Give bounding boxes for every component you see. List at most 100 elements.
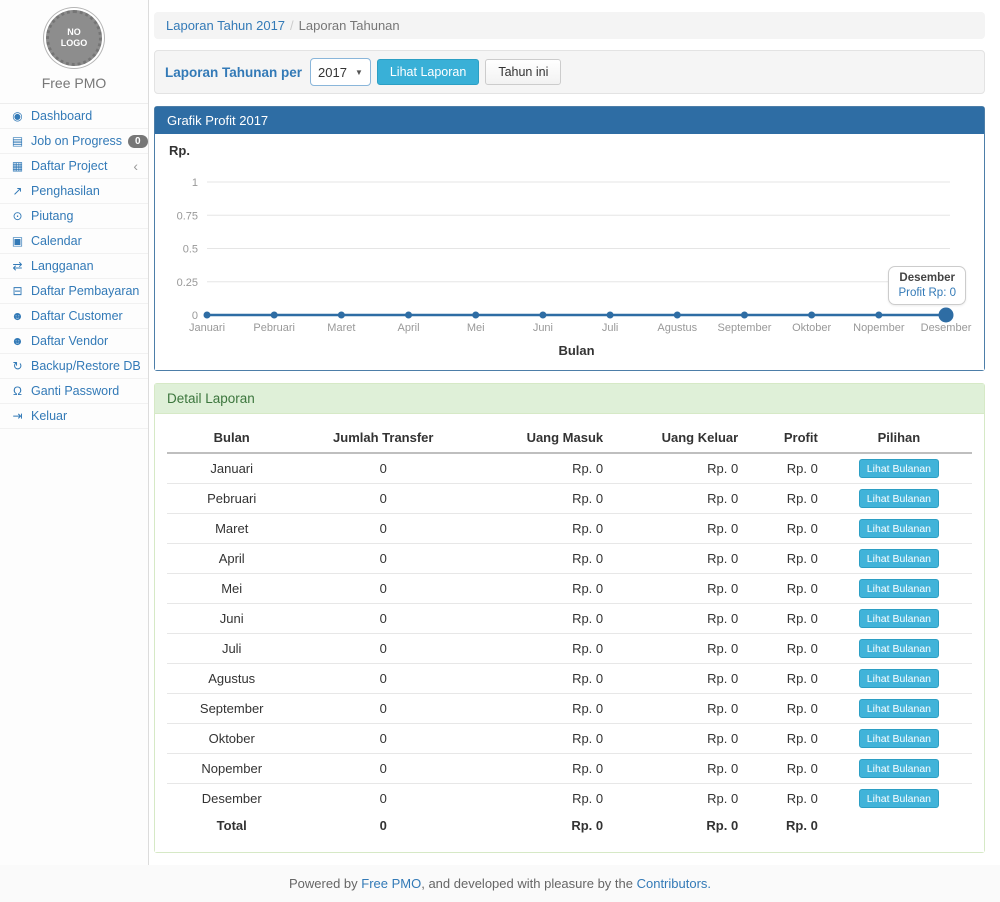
chart-point-pebruari[interactable] [271,312,278,319]
chart-point-mei[interactable] [472,312,479,319]
lihat-bulanan-button[interactable]: Lihat Bulanan [859,519,939,538]
cell: Rp. 0 [470,634,611,664]
cell: September [167,694,296,724]
refresh-icon: ↻ [10,359,25,373]
x-tick-label: Maret [327,322,355,334]
lihat-bulanan-button[interactable]: Lihat Bulanan [859,549,939,568]
chart-point-agustus[interactable] [674,312,681,319]
chart-point-januari[interactable] [204,312,211,319]
sidebar-item-daftar-customer[interactable]: ☻Daftar Customer [0,304,148,329]
detail-panel-title: Detail Laporan [155,384,984,414]
sidebar-item-label: Langganan [31,259,94,273]
footer-link-contributors[interactable]: Contributors. [637,876,711,891]
tooltip-month: Desember [898,272,956,284]
cell: 0 [296,574,470,604]
sidebar-item-daftar-project[interactable]: ▦Daftar Project‹ [0,154,148,179]
cell: 0 [296,484,470,514]
lihat-bulanan-button[interactable]: Lihat Bulanan [859,729,939,748]
lihat-bulanan-button[interactable]: Lihat Bulanan [859,489,939,508]
chart-point-desember[interactable] [939,308,954,323]
tasks-icon: ▤ [10,134,25,148]
main-content: Laporan Tahun 2017/Laporan Tahunan Lapor… [149,0,1000,865]
count-badge: 0 [128,135,148,148]
sidebar-item-daftar-pembayaran[interactable]: ⊟Daftar Pembayaran [0,279,148,304]
sidebar-item-daftar-vendor[interactable]: ☻Daftar Vendor [0,329,148,354]
lihat-laporan-button[interactable]: Lihat Laporan [377,59,479,85]
table-row: Agustus0Rp. 0Rp. 0Rp. 0Lihat Bulanan [167,664,972,694]
tahun-ini-button[interactable]: Tahun ini [485,59,561,85]
sidebar-item-ganti-password[interactable]: ΩGanti Password [0,379,148,404]
chart-point-juli[interactable] [607,312,614,319]
y-tick-label: 0.75 [177,210,198,222]
breadcrumb: Laporan Tahun 2017/Laporan Tahunan [154,12,985,39]
lihat-bulanan-button[interactable]: Lihat Bulanan [859,459,939,478]
lihat-bulanan-button[interactable]: Lihat Bulanan [859,639,939,658]
cell: Rp. 0 [611,604,746,634]
lihat-bulanan-button[interactable]: Lihat Bulanan [859,609,939,628]
cell: Rp. 0 [470,664,611,694]
cell: Rp. 0 [470,514,611,544]
year-select[interactable]: 2017 ▼ [310,58,371,86]
sidebar-item-label: Job on Progress [31,134,122,148]
cell: Rp. 0 [746,484,826,514]
chart-point-oktober[interactable] [808,312,815,319]
col-pilihan: Pilihan [826,422,972,453]
cell: Rp. 0 [470,574,611,604]
cell: 0 [296,544,470,574]
lihat-bulanan-button[interactable]: Lihat Bulanan [859,789,939,808]
logo-area: NO LOGO Free PMO [0,0,148,103]
cell: Nopember [167,754,296,784]
sidebar-item-label: Daftar Customer [31,309,123,323]
y-tick-label: 0.5 [183,244,198,256]
chart-point-juni[interactable] [539,312,546,319]
sidebar-item-dashboard[interactable]: ◉Dashboard [0,104,148,129]
sidebar-item-piutang[interactable]: ⊙Piutang [0,204,148,229]
cell: Rp. 0 [470,784,611,814]
sidebar-item-langganan[interactable]: ⇄ Langganan [0,254,148,279]
footer-text-middle: , and developed with pleasure by the [421,876,636,891]
year-select-value: 2017 [318,65,347,80]
y-tick-label: 1 [192,177,198,189]
dashboard-icon: ◉ [10,109,25,123]
users-icon: ☻ [10,334,25,348]
cell: Rp. 0 [611,664,746,694]
profit-line-chart[interactable]: 00.250.50.751JanuariPebruariMaretAprilMe… [155,134,984,370]
breadcrumb-current: Laporan Tahunan [299,18,400,33]
breadcrumb-link-laporan-tahun[interactable]: Laporan Tahun 2017 [166,18,285,33]
chart-point-maret[interactable] [338,312,345,319]
sidebar-item-calendar[interactable]: ▣Calendar [0,229,148,254]
col-uang-keluar: Uang Keluar [611,422,746,453]
cell: Rp. 0 [611,634,746,664]
sidebar-item-penghasilan[interactable]: ↗Penghasilan [0,179,148,204]
chart-point-september[interactable] [741,312,748,319]
lihat-bulanan-button[interactable]: Lihat Bulanan [859,669,939,688]
cell: Rp. 0 [746,664,826,694]
chart-panel-title: Grafik Profit 2017 [155,107,984,134]
chart-point-april[interactable] [405,312,412,319]
y-tick-label: 0.25 [177,277,198,289]
x-tick-label: September [718,322,772,334]
cell: Rp. 0 [470,453,611,484]
cell: Rp. 0 [470,604,611,634]
cell: Rp. 0 [746,453,826,484]
retweet-icon: ⇄ [10,259,25,273]
lihat-bulanan-button[interactable]: Lihat Bulanan [859,579,939,598]
lihat-bulanan-button[interactable]: Lihat Bulanan [859,759,939,778]
cell: 0 [296,453,470,484]
lihat-bulanan-button[interactable]: Lihat Bulanan [859,699,939,718]
cell: Rp. 0 [746,694,826,724]
footer-link-freepmo[interactable]: Free PMO [361,876,421,891]
table-row: Nopember0Rp. 0Rp. 0Rp. 0Lihat Bulanan [167,754,972,784]
table-row: Juli0Rp. 0Rp. 0Rp. 0Lihat Bulanan [167,634,972,664]
cell: Rp. 0 [470,544,611,574]
sidebar-item-keluar[interactable]: ⇥Keluar [0,404,148,429]
chart-point-nopember[interactable] [875,312,882,319]
cell: Oktober [167,724,296,754]
sidebar-item-job-on-progress[interactable]: ▤ Job on Progress 0 [0,129,148,154]
chevron-left-icon: ‹ [133,159,138,173]
table-row: Pebruari0Rp. 0Rp. 0Rp. 0Lihat Bulanan [167,484,972,514]
cell: Rp. 0 [611,453,746,484]
sidebar-item-backup-restore-db[interactable]: ↻Backup/Restore DB [0,354,148,379]
sidebar-menu: ◉Dashboard ▤ Job on Progress 0 ▦Daftar Proje… [0,103,148,429]
cell: 0 [296,664,470,694]
